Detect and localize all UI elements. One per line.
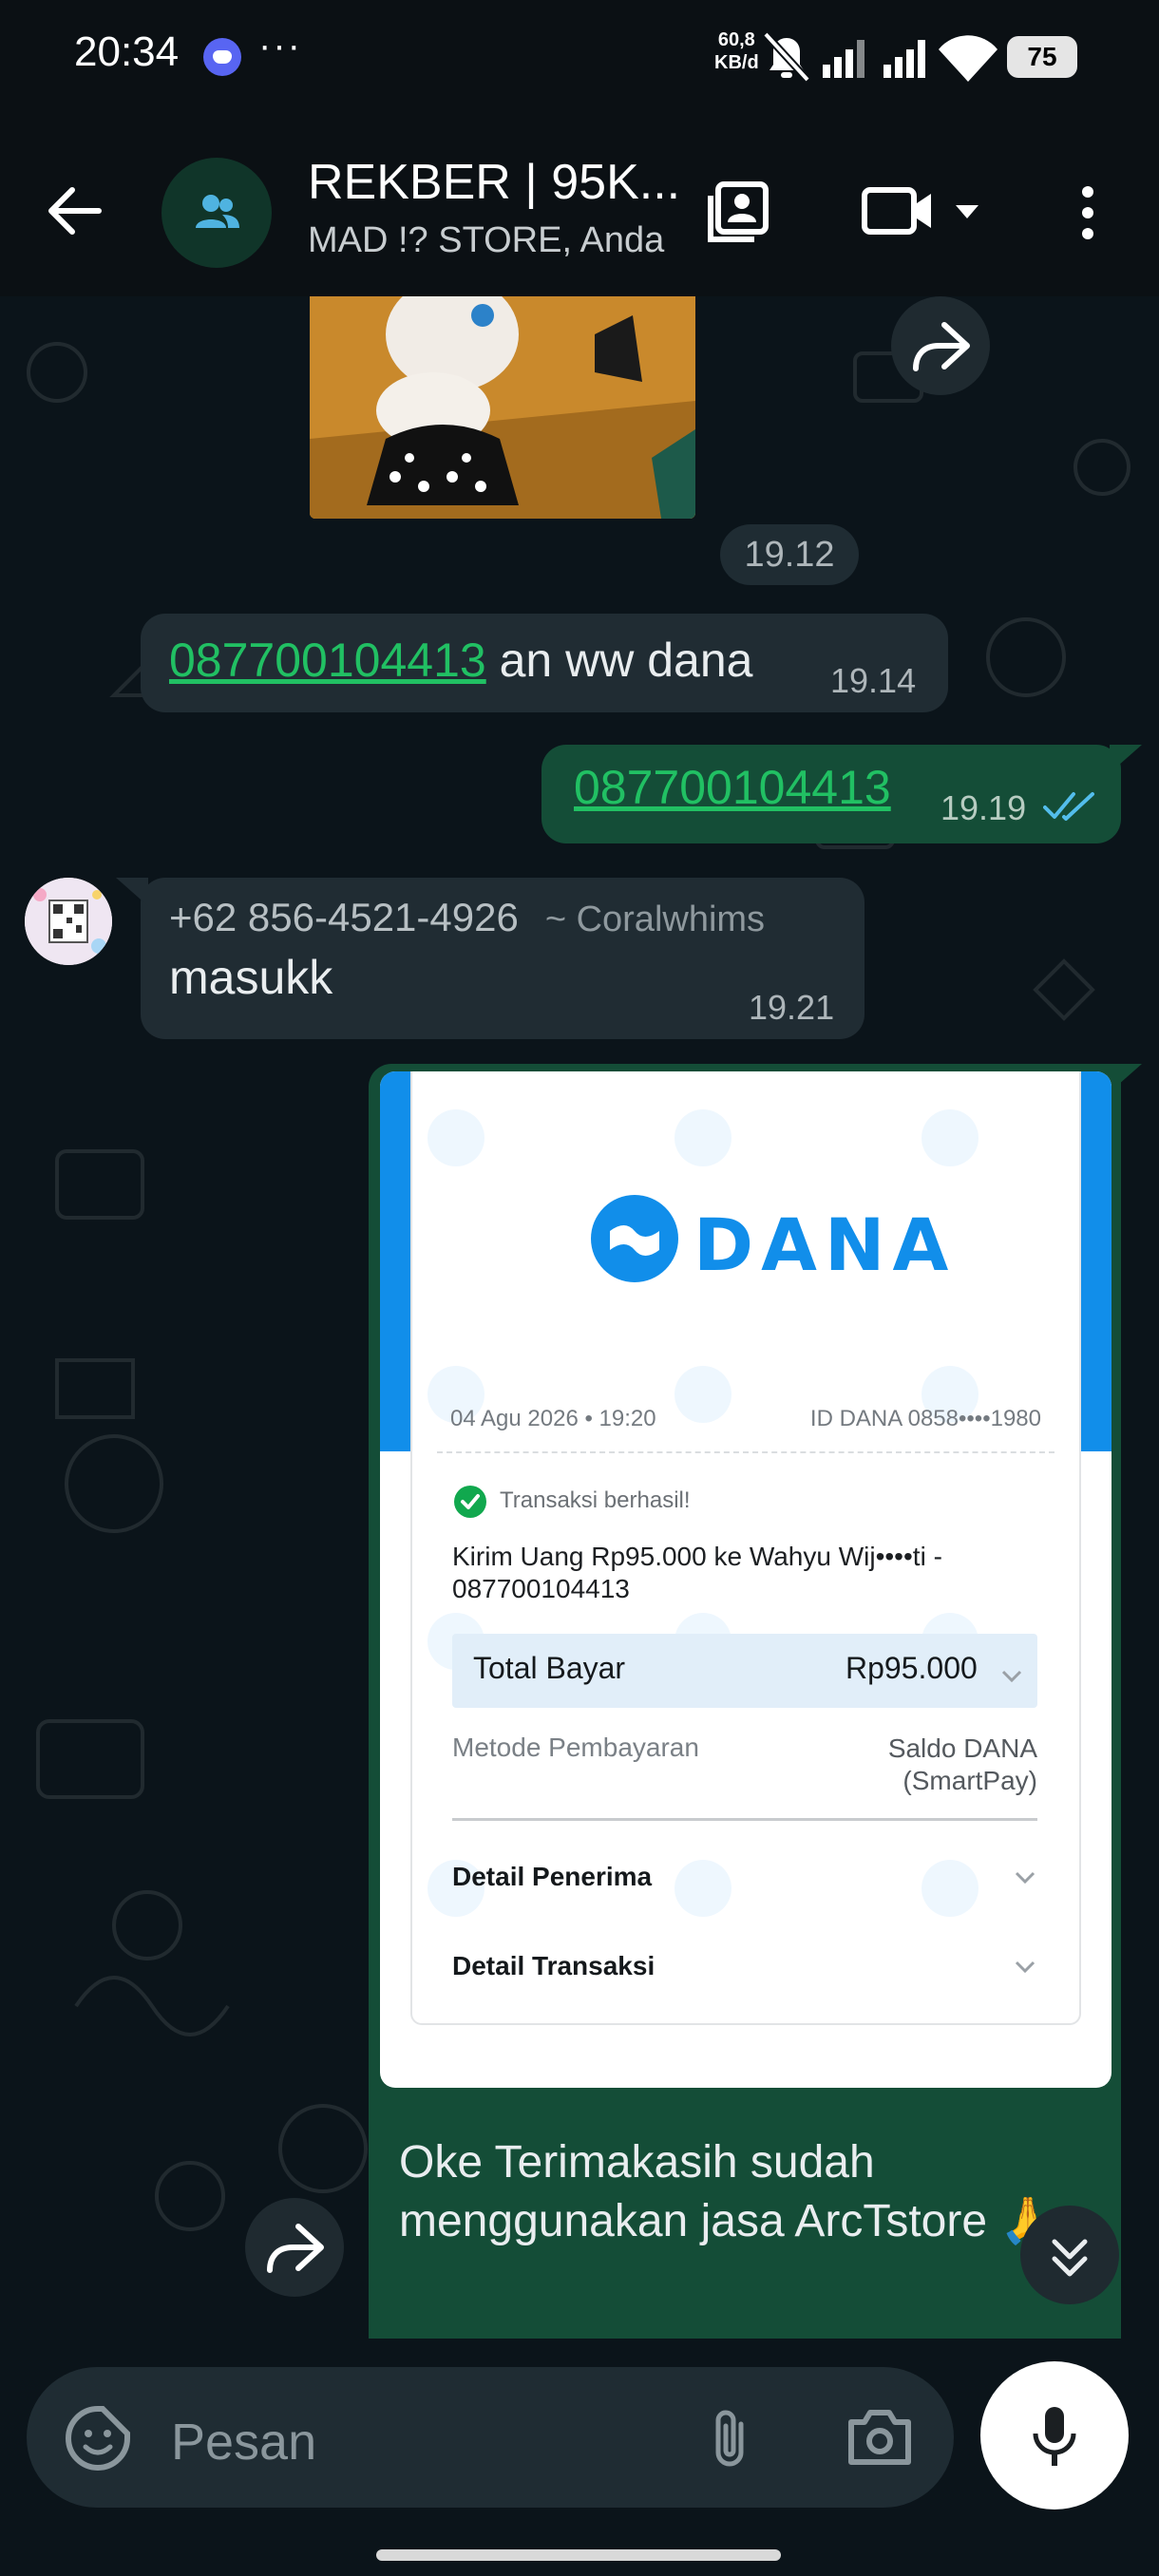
payment-method-line1: Saldo DANA — [887, 1733, 1037, 1763]
voice-record-button[interactable] — [980, 2361, 1129, 2510]
receipt-divider-solid — [452, 1818, 1037, 1821]
forward-button[interactable] — [245, 2198, 344, 2297]
message-text: 087700104413 an ww dana — [169, 633, 752, 688]
forward-icon — [913, 322, 970, 371]
success-check-icon — [454, 1486, 486, 1518]
message-bubble-outgoing[interactable]: 087700104413 19.19 — [542, 745, 1121, 843]
camera-icon[interactable] — [846, 2405, 914, 2468]
sticker-emoji-icon[interactable] — [65, 2405, 131, 2472]
bubble-tail-outgoing — [1110, 1064, 1142, 1092]
contact-card-icon[interactable] — [705, 179, 771, 245]
receipt-image[interactable]: DANA 04 Agu 2026 • 19:20 ID DANA 0858•••… — [380, 1071, 1112, 2088]
scroll-to-bottom-button[interactable] — [1020, 2206, 1119, 2304]
chevron-down-icon — [1015, 1960, 1036, 1974]
receipt-divider — [437, 1451, 1054, 1453]
receipt-dana-id: ID DANA 0858••••1980 — [809, 1406, 1041, 1431]
sender-name: ~ Coralwhims — [544, 900, 766, 939]
message-text: 087700104413 — [574, 760, 891, 815]
message-text: masukk — [169, 951, 333, 1004]
forward-icon — [267, 2224, 324, 2273]
overflow-menu-icon[interactable] — [1074, 182, 1102, 243]
network-speed: 60,8 KB/d — [714, 28, 759, 74]
back-arrow-icon[interactable] — [46, 182, 103, 239]
dana-logo-icon — [591, 1195, 678, 1282]
message-time: 19.21 — [749, 988, 835, 1027]
network-speed-unit: KB/d — [714, 52, 759, 73]
bubble-tail-incoming — [116, 878, 148, 906]
microphone-icon — [1033, 2407, 1076, 2466]
chat-area[interactable]: 19.12 087700104413 an ww dana 19.14 0877… — [0, 296, 1159, 2339]
sticker-image[interactable] — [310, 296, 695, 519]
message-bubble-incoming[interactable]: 087700104413 an ww dana 19.14 — [141, 614, 948, 712]
network-speed-value: 60,8 — [717, 29, 755, 50]
bubble-tail-outgoing — [1110, 745, 1142, 773]
double-chevron-down-icon — [1052, 2239, 1088, 2277]
status-more-indicator: ··· — [258, 25, 302, 66]
message-text-body: an ww dana — [485, 634, 753, 687]
total-payment-value: Rp95.000 — [846, 1651, 978, 1685]
forward-button[interactable] — [891, 296, 990, 395]
video-call-icon[interactable] — [859, 182, 980, 239]
phone-link[interactable]: 087700104413 — [169, 634, 486, 687]
sender-avatar[interactable] — [25, 878, 112, 965]
dana-wordmark: DANA — [694, 1203, 957, 1287]
discord-icon — [203, 38, 241, 76]
image-caption: Oke Terimakasih sudah menggunakan jasa A… — [399, 2137, 1082, 2246]
chat-participants[interactable]: MAD !? STORE, Anda — [308, 220, 664, 261]
message-input-bar: Pesan — [0, 2339, 1159, 2576]
total-payment-label: Total Bayar — [473, 1651, 626, 1685]
status-bar: 20:34 ··· 60,8 KB/d 75 — [0, 0, 1159, 114]
chevron-down-icon — [1001, 1670, 1022, 1683]
receipt-message[interactable]: DANA 04 Agu 2026 • 19:20 ID DANA 0858•••… — [380, 1071, 1112, 2339]
message-time: 19.19 — [940, 788, 1027, 827]
qr-avatar-image — [25, 878, 112, 965]
chat-title[interactable]: REKBER | 95K... — [308, 154, 680, 211]
payment-method-label: Metode Pembayaran — [452, 1733, 699, 1762]
attachment-paperclip-icon[interactable] — [703, 2405, 760, 2473]
message-bubble-incoming[interactable]: +62 856-4521-4926 ~ Coralwhims masukk 19.… — [141, 878, 864, 1039]
read-ticks-icon — [1043, 792, 1094, 821]
talking-angela-sticker — [310, 296, 695, 519]
payment-method-value: Saldo DANA (SmartPay) — [888, 1733, 1037, 1797]
message-input[interactable]: Pesan — [171, 2413, 316, 2472]
signal-icon-2 — [884, 40, 925, 78]
sticker-timestamp: 19.12 — [720, 524, 859, 585]
chevron-down-icon — [1015, 1871, 1036, 1885]
message-input-pill[interactable]: Pesan — [27, 2367, 954, 2508]
wifi-icon — [939, 35, 998, 82]
group-avatar[interactable] — [162, 158, 272, 268]
receipt-date: 04 Agu 2026 • 19:20 — [450, 1406, 656, 1431]
phone-link[interactable]: 087700104413 — [574, 761, 891, 814]
status-time: 20:34 — [74, 28, 180, 75]
chat-header: REKBER | 95K... MAD !? STORE, Anda — [0, 114, 1159, 296]
transaction-description: Kirim Uang Rp95.000 ke Wahyu Wij••••ti -… — [452, 1542, 942, 1603]
transaction-status: Transaksi berhasil! — [500, 1487, 691, 1513]
sender-phone[interactable]: +62 856-4521-4926 — [169, 895, 519, 939]
group-icon — [196, 195, 239, 228]
battery-indicator: 75 — [1007, 36, 1077, 78]
signal-icon-1 — [823, 40, 864, 78]
detail-receiver-label: Detail Penerima — [452, 1862, 653, 1891]
gesture-home-bar[interactable] — [376, 2549, 781, 2561]
payment-method-line2: (SmartPay) — [902, 1766, 1037, 1795]
sender-info: +62 856-4521-4926 ~ Coralwhims — [169, 895, 765, 940]
mute-bell-icon — [763, 31, 810, 83]
message-time: 19.14 — [830, 661, 917, 700]
detail-transaction-label: Detail Transaksi — [452, 1951, 656, 1980]
